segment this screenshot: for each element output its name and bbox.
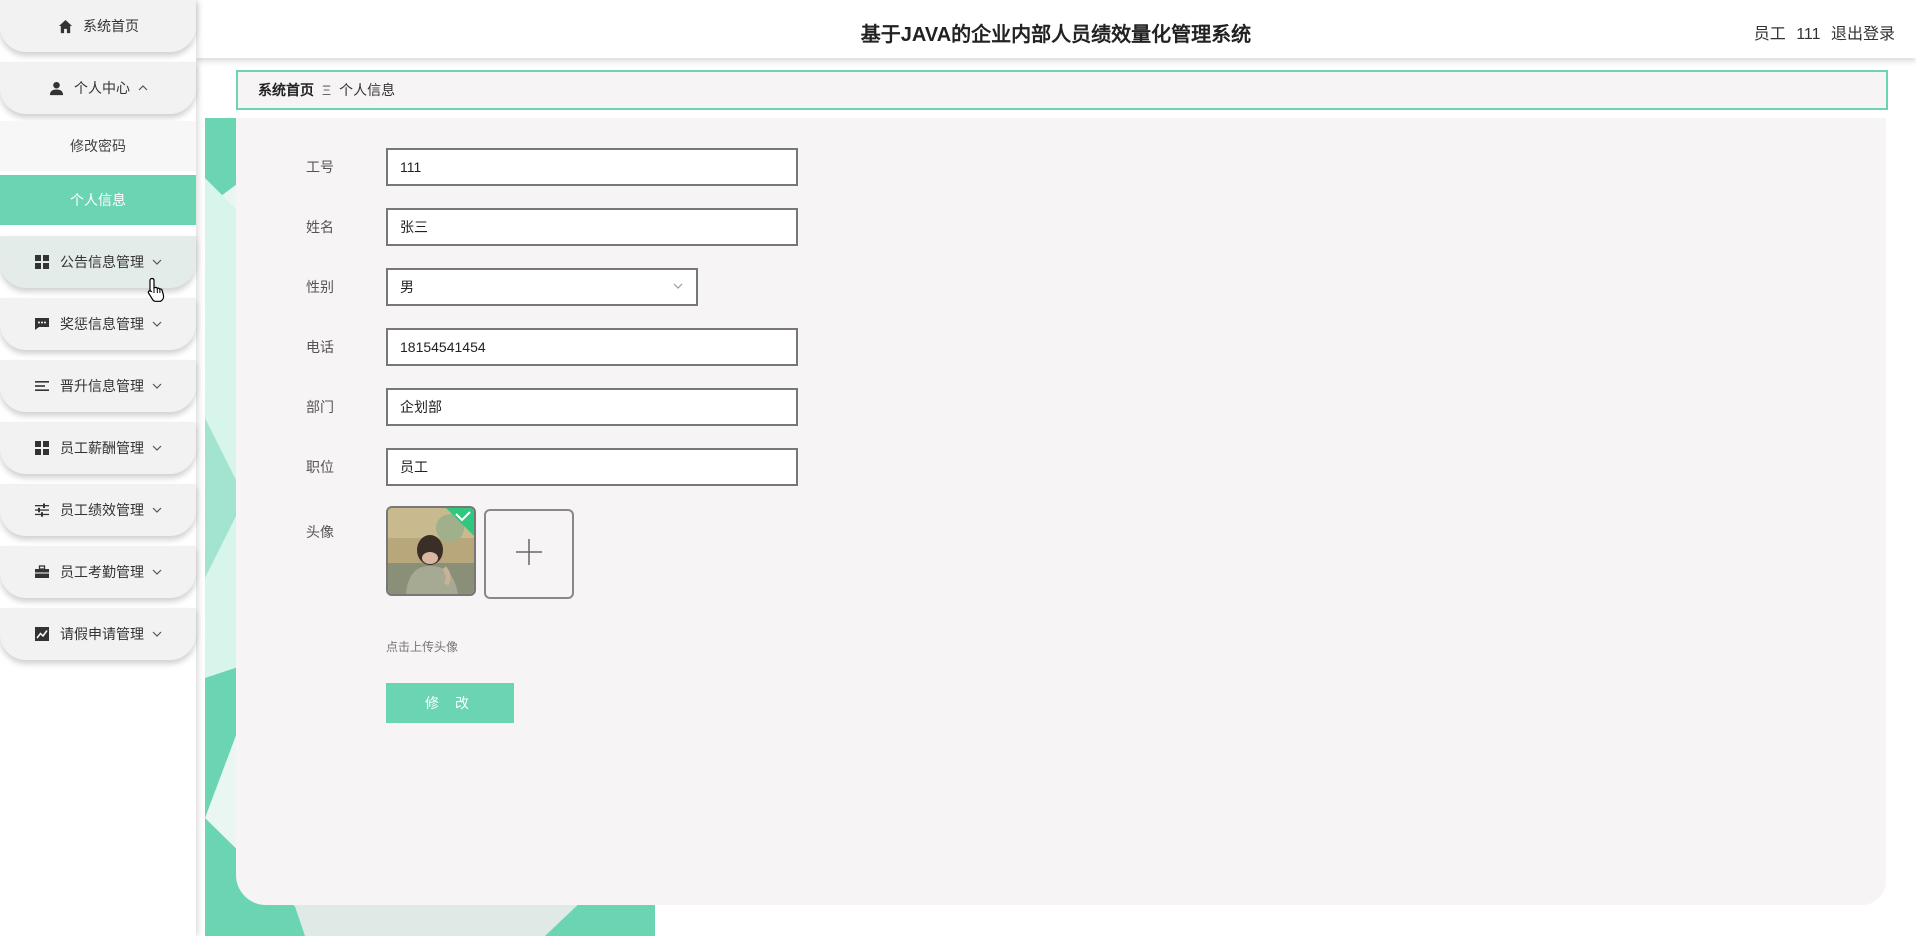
gender-label: 性别 — [306, 279, 334, 295]
sidebar-item-attendance[interactable]: 员工考勤管理 — [0, 546, 196, 598]
top-header: 基于JAVA的企业内部人员绩效量化管理系统 员工 111 退出登录 — [196, 0, 1916, 58]
employee-no-label: 工号 — [306, 159, 334, 175]
form-row-phone: 电话 18154541454 — [306, 328, 798, 366]
breadcrumb-separator: Ξ — [322, 82, 332, 98]
chevron-down-icon — [152, 505, 162, 515]
upload-avatar-button[interactable] — [484, 509, 574, 599]
gender-select-value: 男 — [400, 279, 414, 295]
name-label: 姓名 — [306, 219, 334, 235]
sidebar-item-label: 员工薪酬管理 — [60, 440, 144, 456]
breadcrumb-current: 个人信息 — [339, 82, 396, 98]
briefcase-icon — [34, 564, 50, 580]
sidebar-item-personal-center[interactable]: 个人中心 — [0, 62, 196, 114]
breadcrumb: 系统首页 Ξ 个人信息 — [236, 70, 1888, 110]
sidebar: 系统首页 个人中心 修改密码 个人信息 公告信息管理 奖惩信息管理 晋升信息管理… — [0, 0, 196, 936]
sidebar-item-label: 请假申请管理 — [60, 626, 144, 642]
chevron-down-icon — [152, 319, 162, 329]
department-label: 部门 — [306, 399, 334, 415]
sliders-icon — [34, 502, 50, 518]
chevron-down-icon — [152, 443, 162, 453]
chevron-down-icon — [672, 279, 684, 295]
form-row-department: 部门 企划部 — [306, 388, 798, 426]
position-label: 职位 — [306, 459, 334, 475]
content-panel: 工号 111 姓名 张三 性别 男 电话 18154541454 部门 企划部 … — [236, 118, 1886, 905]
gender-select[interactable]: 男 — [386, 268, 698, 306]
sidebar-subitem-label: 个人信息 — [70, 192, 126, 208]
form-row-position: 职位 员工 — [306, 448, 798, 486]
sidebar-subitem-personal-info[interactable]: 个人信息 — [0, 175, 196, 225]
department-input[interactable]: 企划部 — [386, 388, 798, 426]
plus-icon — [515, 538, 543, 571]
sidebar-item-leave[interactable]: 请假申请管理 — [0, 608, 196, 660]
upload-tip: 点击上传头像 — [386, 640, 459, 654]
sidebar-item-reward-penalty[interactable]: 奖惩信息管理 — [0, 298, 196, 350]
user-area: 员工 111 退出登录 — [1748, 20, 1895, 44]
grid-icon — [34, 254, 50, 270]
phone-input[interactable]: 18154541454 — [386, 328, 798, 366]
sidebar-item-label: 奖惩信息管理 — [60, 316, 144, 332]
breadcrumb-home-link[interactable]: 系统首页 — [258, 80, 314, 100]
chevron-down-icon — [152, 629, 162, 639]
avatar-label: 头像 — [306, 524, 334, 540]
chat-icon — [34, 316, 50, 332]
form-row-employee-no: 工号 111 — [306, 148, 798, 186]
phone-label: 电话 — [306, 339, 334, 355]
mouse-cursor-icon — [146, 277, 166, 308]
sidebar-item-label: 员工绩效管理 — [60, 502, 144, 518]
sidebar-item-label: 公告信息管理 — [60, 254, 144, 270]
chevron-up-icon — [138, 83, 148, 93]
sidebar-item-label: 晋升信息管理 — [60, 378, 144, 394]
chevron-down-icon — [152, 567, 162, 577]
sidebar-item-performance[interactable]: 员工绩效管理 — [0, 484, 196, 536]
grid-icon — [34, 440, 50, 456]
logout-button[interactable]: 退出登录 — [1831, 26, 1895, 43]
user-name: 111 — [1796, 26, 1821, 43]
sidebar-item-salary[interactable]: 员工薪酬管理 — [0, 422, 196, 474]
submit-button[interactable]: 修 改 — [386, 683, 514, 723]
chart-icon — [34, 626, 50, 642]
form-row-gender: 性别 男 — [306, 268, 698, 306]
app-title: 基于JAVA的企业内部人员绩效量化管理系统 — [860, 24, 1252, 46]
name-input[interactable]: 张三 — [386, 208, 798, 246]
employee-no-input[interactable]: 111 — [386, 148, 798, 186]
home-icon — [57, 18, 73, 34]
sidebar-subitem-change-password[interactable]: 修改密码 — [0, 121, 196, 171]
sidebar-item-home[interactable]: 系统首页 — [0, 0, 196, 52]
form-row-name: 姓名 张三 — [306, 208, 798, 246]
position-input[interactable]: 员工 — [386, 448, 798, 486]
chevron-down-icon — [152, 257, 162, 267]
sidebar-subitem-label: 修改密码 — [70, 138, 126, 154]
sidebar-item-label: 个人中心 — [74, 80, 130, 96]
user-role: 员工 — [1753, 26, 1786, 43]
sidebar-item-label: 员工考勤管理 — [60, 564, 144, 580]
chevron-down-icon — [152, 381, 162, 391]
sidebar-item-promotion[interactable]: 晋升信息管理 — [0, 360, 196, 412]
avatar-image[interactable] — [386, 506, 476, 596]
list-icon — [34, 378, 50, 394]
sidebar-item-announcement[interactable]: 公告信息管理 — [0, 236, 196, 288]
person-icon — [48, 80, 64, 96]
sidebar-item-label: 系统首页 — [83, 18, 139, 34]
